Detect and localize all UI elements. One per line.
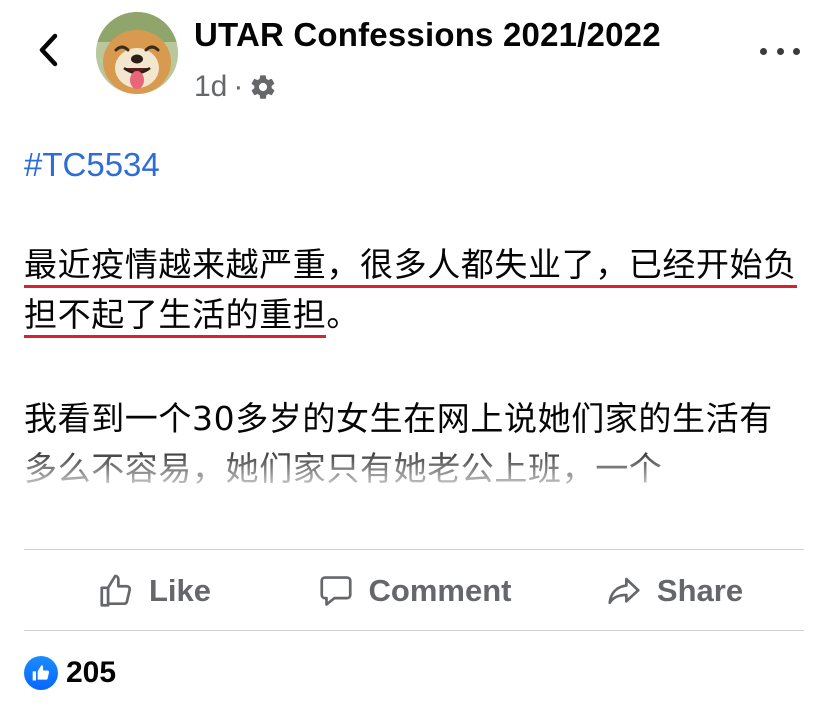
thumbs-up-icon [100, 574, 132, 607]
like-label: Like [148, 573, 212, 608]
meta-separator: · [233, 70, 244, 103]
share-button[interactable]: Share [544, 572, 804, 610]
chevron-left-icon [39, 33, 58, 67]
underlined-text: 最近疫情越来越严重，很多人都失业了，已经开始负担不起了生活的重担 [24, 245, 797, 338]
more-options-button[interactable] [760, 36, 800, 66]
divider-bottom [24, 630, 804, 631]
share-icon [608, 577, 640, 605]
reactions-summary[interactable]: 205 [24, 656, 116, 690]
comment-button[interactable]: Comment [284, 572, 544, 610]
like-button[interactable]: Like [24, 572, 284, 610]
post-action-bar: Like Comment Share [24, 552, 804, 630]
more-horizontal-icon-dot [760, 47, 767, 55]
hashtag-link[interactable]: #TC5534 [24, 146, 160, 184]
more-horizontal-icon-dot [776, 47, 784, 55]
dog-avatar-image [96, 12, 178, 94]
gear-icon [251, 75, 275, 99]
divider-top [24, 549, 804, 550]
like-reaction-icon [24, 656, 58, 690]
post-paragraph-1: 最近疫情越来越严重，很多人都失业了，已经开始负担不起了生活的重担。 [24, 240, 804, 340]
post-header: UTAR Confessions 2021/2022 1d · [0, 0, 828, 120]
comment-label: Comment [368, 573, 512, 608]
like-reaction-glyph [32, 665, 50, 681]
page-name[interactable]: UTAR Confessions 2021/2022 [194, 16, 661, 54]
comment-icon [319, 576, 352, 606]
back-button[interactable] [30, 28, 66, 72]
page-avatar[interactable] [96, 12, 178, 94]
more-horizontal-icon-dot [793, 47, 800, 55]
post-paragraph-2: 我看到一个30多岁的女生在网上说她们家的生活有多么不容易，她们家只有她老公上班，… [24, 399, 773, 488]
paragraph-1-end: 。 [326, 295, 361, 334]
post-body: #TC5534 最近疫情越来越严重，很多人都失业了，已经开始负担不起了生活的重担… [24, 140, 828, 530]
reaction-count: 205 [66, 656, 117, 689]
post-time[interactable]: 1d [194, 70, 227, 104]
post-meta: 1d · [194, 70, 277, 104]
share-label: Share [656, 573, 744, 608]
